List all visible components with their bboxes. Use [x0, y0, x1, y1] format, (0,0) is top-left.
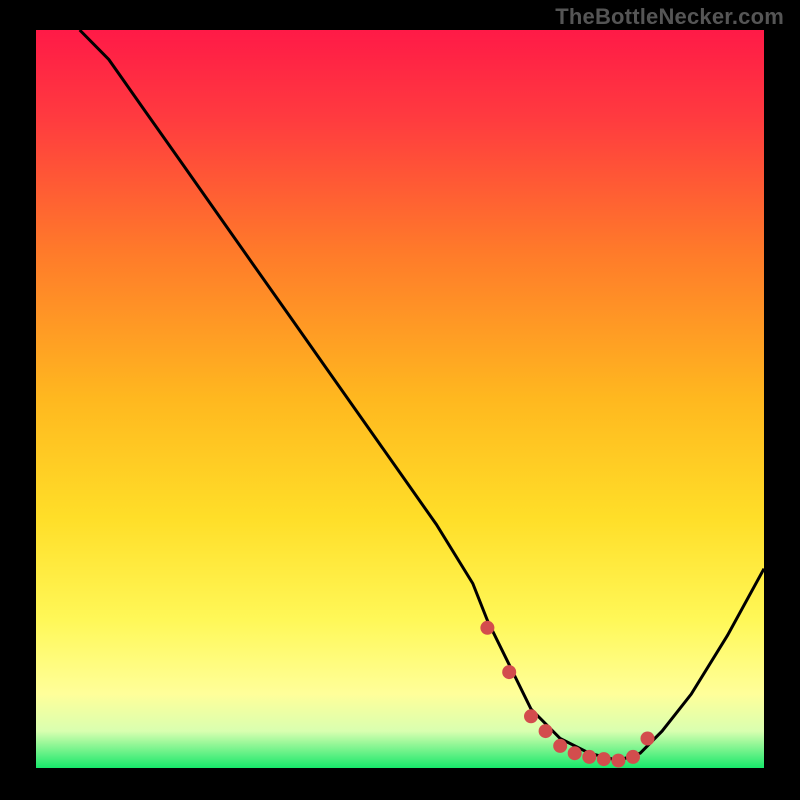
highlight-dot [611, 754, 625, 768]
highlight-dot [553, 739, 567, 753]
highlight-dot [524, 709, 538, 723]
highlight-dot [641, 732, 655, 746]
highlight-dot [582, 750, 596, 764]
chart-svg [0, 0, 800, 800]
attribution-text: TheBottleNecker.com [555, 4, 784, 30]
highlight-dot [568, 746, 582, 760]
plot-area [36, 30, 764, 768]
highlight-dot [539, 724, 553, 738]
chart-frame: TheBottleNecker.com [0, 0, 800, 800]
highlight-dot [597, 752, 611, 766]
highlight-dot [502, 665, 516, 679]
highlight-dot [626, 750, 640, 764]
highlight-dot [480, 621, 494, 635]
